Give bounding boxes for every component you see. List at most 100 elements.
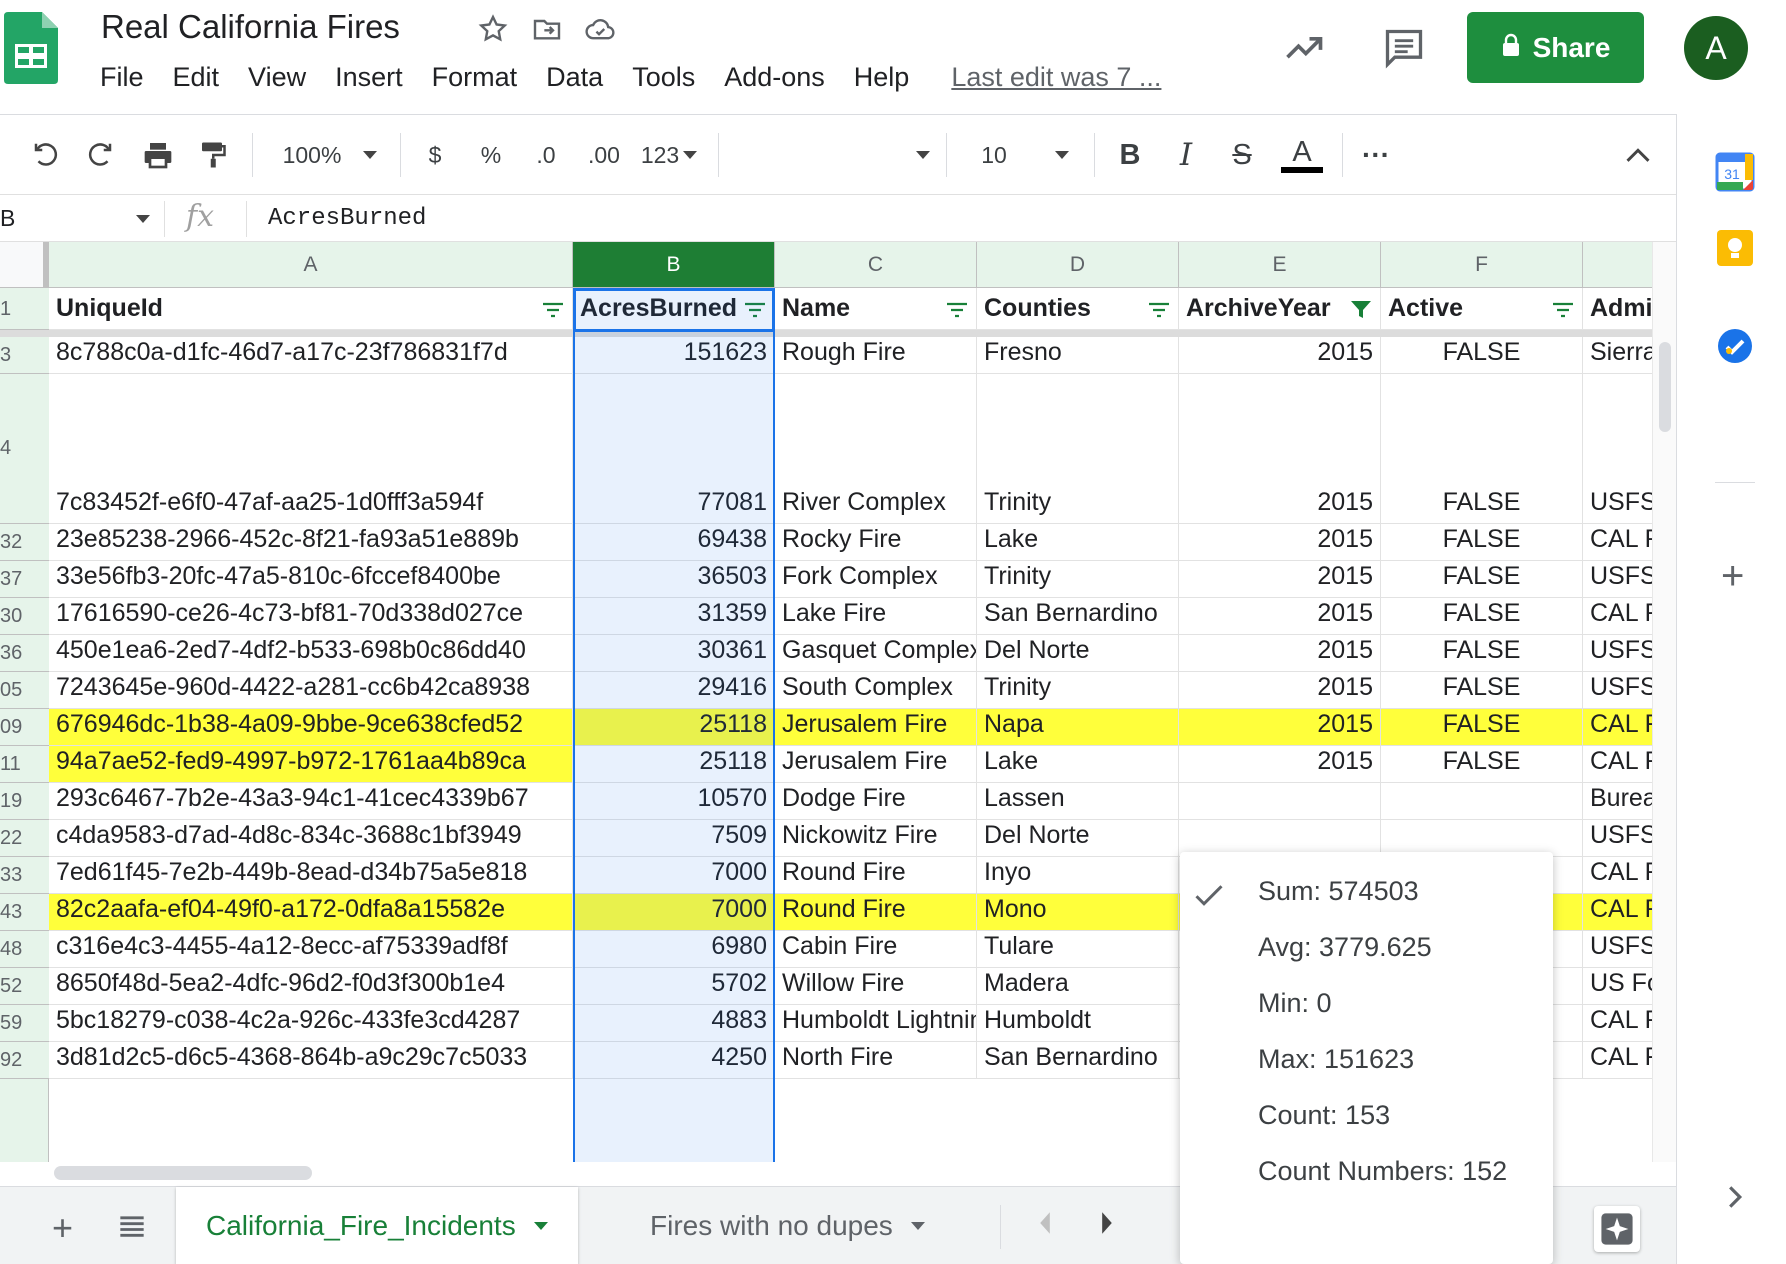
table-cell[interactable]: 2015 xyxy=(1179,598,1381,634)
row-number[interactable]: 52 xyxy=(0,968,49,1005)
header-cell[interactable]: UniqueId xyxy=(49,288,573,329)
print-icon[interactable] xyxy=(136,135,180,175)
table-cell[interactable]: US Fo xyxy=(1583,968,1652,1004)
row-number[interactable]: 1 xyxy=(0,288,49,330)
add-sheet-icon[interactable]: + xyxy=(52,1207,73,1249)
table-cell[interactable]: Inyo xyxy=(977,857,1179,893)
activity-trend-icon[interactable] xyxy=(1282,26,1326,75)
table-cell[interactable]: 676946dc-1b38-4a09-9bbe-9ce638cfed52 xyxy=(49,709,573,745)
table-cell[interactable] xyxy=(1381,783,1583,819)
table-cell[interactable]: CAL F xyxy=(1583,1005,1652,1041)
table-cell[interactable]: Gasquet Complex xyxy=(775,635,977,671)
row-number[interactable]: 36 xyxy=(0,635,49,672)
column-header-c[interactable]: C xyxy=(775,242,977,288)
table-cell[interactable]: 2015 xyxy=(1179,635,1381,671)
table-cell[interactable]: Del Norte xyxy=(977,635,1179,671)
table-row[interactable]: 293c6467-7b2e-43a3-94c1-41cec4339b67 1057… xyxy=(49,783,1652,820)
table-cell[interactable]: 2015 xyxy=(1179,524,1381,560)
table-cell[interactable]: Humboldt xyxy=(977,1005,1179,1041)
select-all-corner[interactable] xyxy=(0,242,49,288)
scrollbar-thumb[interactable] xyxy=(1659,342,1671,432)
table-cell[interactable]: FALSE xyxy=(1381,746,1583,782)
explore-icon[interactable] xyxy=(1594,1206,1640,1252)
strikethrough-button[interactable]: S xyxy=(1224,135,1260,175)
stats-item[interactable]: Avg: 3779.625 xyxy=(1258,932,1432,963)
plus-icon[interactable]: + xyxy=(1721,554,1744,599)
table-cell[interactable]: 94a7ae52-fed9-4997-b972-1761aa4b89ca xyxy=(49,746,573,782)
table-row[interactable]: 33e56fb3-20fc-47a5-810c-6fccef8400be 3650… xyxy=(49,561,1652,598)
name-box[interactable]: B xyxy=(0,205,15,232)
table-cell[interactable]: USFS xyxy=(1583,931,1652,967)
table-cell[interactable]: Jerusalem Fire xyxy=(775,746,977,782)
row-number[interactable]: 59 xyxy=(0,1005,49,1042)
redo-icon[interactable] xyxy=(78,135,122,175)
stats-item[interactable]: Count: 153 xyxy=(1258,1100,1390,1131)
document-title[interactable]: Real California Fires xyxy=(101,8,400,46)
table-cell[interactable]: CAL F xyxy=(1583,857,1652,893)
table-cell[interactable] xyxy=(1179,820,1381,856)
row-number[interactable]: 19 xyxy=(0,783,49,820)
more-formats-button[interactable]: 123 xyxy=(636,135,702,175)
table-cell[interactable] xyxy=(1381,820,1583,856)
table-row[interactable]: 676946dc-1b38-4a09-9bbe-9ce638cfed52 2511… xyxy=(49,709,1652,746)
table-cell[interactable]: USFS xyxy=(1583,672,1652,708)
table-cell[interactable]: Rough Fire xyxy=(775,337,977,373)
column-header-d[interactable]: D xyxy=(977,242,1179,288)
frozen-row-divider[interactable] xyxy=(0,330,1652,337)
table-cell[interactable]: Napa xyxy=(977,709,1179,745)
menu-data[interactable]: Data xyxy=(546,62,603,93)
collapse-toolbar-icon[interactable] xyxy=(1620,135,1656,175)
header-cell[interactable]: Counties xyxy=(977,288,1179,329)
row-number[interactable]: 33 xyxy=(0,857,49,894)
table-cell[interactable]: Willow Fire xyxy=(775,968,977,1004)
table-cell[interactable]: 8c788c0a-d1fc-46d7-a17c-23f786831f7d xyxy=(49,337,573,373)
table-cell[interactable]: Sierra xyxy=(1583,337,1652,373)
table-cell[interactable]: USFS xyxy=(1583,374,1652,523)
table-cell[interactable]: 2015 xyxy=(1179,561,1381,597)
table-cell[interactable]: San Bernardino xyxy=(977,1042,1179,1078)
formula-input[interactable]: AcresBurned xyxy=(268,205,426,232)
row-number[interactable]: 30 xyxy=(0,598,49,635)
table-cell[interactable]: 23e85238-2966-452c-8f21-fa93a51e889b xyxy=(49,524,573,560)
filter-icon[interactable] xyxy=(1552,298,1574,327)
row-number[interactable]: 4 xyxy=(0,374,49,524)
row-number[interactable]: 09 xyxy=(0,709,49,746)
percent-format-button[interactable]: % xyxy=(476,135,506,175)
table-cell[interactable]: Trinity xyxy=(977,672,1179,708)
comment-icon[interactable] xyxy=(1382,26,1426,75)
sheet-tab[interactable]: Fires with no dupes xyxy=(620,1187,955,1264)
table-cell[interactable]: USFS xyxy=(1583,561,1652,597)
table-cell[interactable]: 33e56fb3-20fc-47a5-810c-6fccef8400be xyxy=(49,561,573,597)
horizontal-scrollbar-thumb[interactable] xyxy=(54,1166,312,1180)
italic-button[interactable]: I xyxy=(1168,135,1204,175)
table-cell[interactable]: Jerusalem Fire xyxy=(775,709,977,745)
table-cell[interactable]: Round Fire xyxy=(775,857,977,893)
paint-format-icon[interactable] xyxy=(190,135,234,175)
table-cell[interactable]: FALSE xyxy=(1381,672,1583,708)
filter-icon[interactable] xyxy=(542,298,564,327)
column-header-e[interactable]: E xyxy=(1179,242,1381,288)
menu-insert[interactable]: Insert xyxy=(335,62,403,93)
currency-format-button[interactable]: $ xyxy=(420,135,450,175)
table-cell[interactable]: Mono xyxy=(977,894,1179,930)
keep-icon[interactable] xyxy=(1715,228,1755,268)
column-header-a[interactable]: A xyxy=(49,242,573,288)
table-cell[interactable]: 2015 xyxy=(1179,374,1381,523)
table-cell[interactable]: Del Norte xyxy=(977,820,1179,856)
column-header-g[interactable] xyxy=(1583,242,1652,288)
all-sheets-icon[interactable] xyxy=(118,1213,146,1244)
table-cell[interactable]: CAL F xyxy=(1583,524,1652,560)
sheet-tab-active[interactable]: California_Fire_Incidents xyxy=(176,1187,578,1264)
table-cell[interactable]: CAL F xyxy=(1583,709,1652,745)
table-cell[interactable]: FALSE xyxy=(1381,524,1583,560)
table-cell[interactable]: Trinity xyxy=(977,561,1179,597)
decrease-decimal-button[interactable]: .0 xyxy=(526,135,566,175)
undo-icon[interactable] xyxy=(24,135,68,175)
row-number[interactable]: 37 xyxy=(0,561,49,598)
font-size-select[interactable]: 10 xyxy=(970,135,1080,175)
table-cell[interactable]: CAL F xyxy=(1583,894,1652,930)
table-cell[interactable]: 3d81d2c5-d6c5-4368-864b-a9c29c7c5033 xyxy=(49,1042,573,1078)
last-edit-link[interactable]: Last edit was 7 ... xyxy=(951,62,1161,93)
table-cell[interactable]: CAL F xyxy=(1583,746,1652,782)
tasks-icon[interactable] xyxy=(1715,326,1755,366)
